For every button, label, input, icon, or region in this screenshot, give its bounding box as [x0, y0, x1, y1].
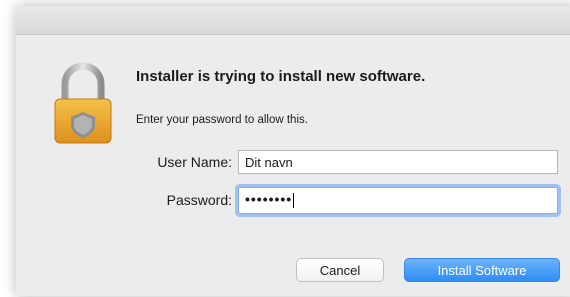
- authentication-dialog: Installer is trying to install new softw…: [16, 6, 570, 296]
- screen: Installer is trying to install new softw…: [0, 0, 570, 297]
- dialog-message: Enter your password to allow this.: [136, 114, 308, 126]
- username-label: User Name:: [157, 154, 232, 170]
- password-field[interactable]: ••••••••: [238, 187, 558, 214]
- password-label: Password:: [166, 192, 232, 208]
- dialog-titlebar: [16, 6, 570, 35]
- username-field[interactable]: [238, 150, 558, 174]
- password-mask: ••••••••: [245, 191, 293, 207]
- cancel-button[interactable]: Cancel: [296, 258, 384, 282]
- lock-icon: [54, 62, 112, 144]
- text-caret: [293, 192, 295, 208]
- install-software-button[interactable]: Install Software: [404, 258, 560, 282]
- dialog-title: Installer is trying to install new softw…: [136, 68, 426, 85]
